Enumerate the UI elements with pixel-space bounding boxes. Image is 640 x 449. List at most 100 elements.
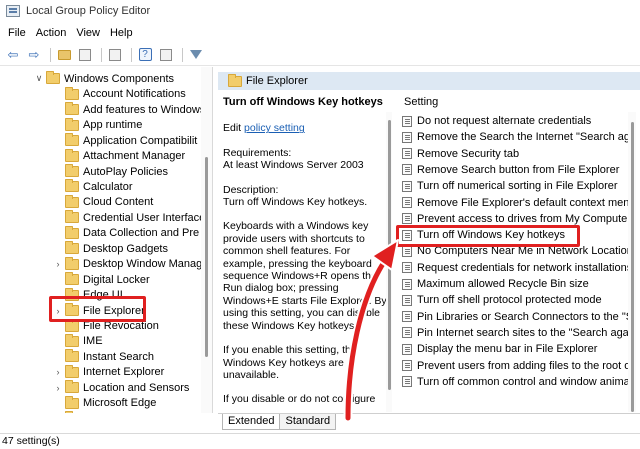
- toolbar: ⇦ ⇨ ?: [0, 44, 640, 66]
- setting-row[interactable]: Turn off common control and window anima…: [402, 374, 628, 390]
- policy-setting-icon: [402, 311, 412, 323]
- settings-list[interactable]: Setting Do not request alternate credent…: [398, 90, 628, 412]
- tree-item[interactable]: Add features to Windows: [53, 102, 205, 118]
- description-scrollbar-thumb[interactable]: [388, 120, 391, 390]
- policy-setting-icon: [402, 360, 412, 371]
- setting-row[interactable]: Pin Internet search sites to the "Search…: [402, 325, 628, 341]
- setting-row[interactable]: Turn off numerical sorting in File Explo…: [402, 178, 618, 194]
- tree-item[interactable]: Microsoft Edge: [53, 395, 156, 412]
- folder-icon: [65, 225, 79, 239]
- setting-row[interactable]: Remove Search button from File Explorer: [402, 162, 619, 178]
- setting-label: Turn off numerical sorting in File Explo…: [417, 180, 618, 193]
- tree-scrollbar[interactable]: [201, 67, 212, 413]
- tree-item[interactable]: Desktop Gadgets: [53, 241, 168, 257]
- setting-row[interactable]: Request credentials for network installa…: [402, 260, 628, 276]
- chevron-right-icon[interactable]: ›: [53, 367, 63, 377]
- setting-row[interactable]: Maximum allowed Recycle Bin size: [402, 276, 589, 292]
- help-icon[interactable]: ?: [136, 46, 154, 64]
- settings-scrollbar-thumb[interactable]: [631, 122, 634, 412]
- tab-standard[interactable]: Standard: [279, 414, 337, 430]
- folder-icon: [65, 210, 79, 224]
- chevron-right-icon[interactable]: ›: [53, 259, 63, 269]
- menu-bar: File Action View Help: [0, 22, 640, 44]
- tree-label: Internet Explorer: [83, 366, 165, 379]
- tree-label: Data Collection and Pre: [83, 227, 200, 240]
- setting-label: Maximum allowed Recycle Bin size: [417, 278, 589, 290]
- setting-row[interactable]: Remove the Search the Internet "Search a…: [402, 129, 628, 145]
- tree-item-windows-components[interactable]: ∨ Windows Components: [34, 71, 174, 87]
- folder-icon: [65, 256, 79, 270]
- menu-action[interactable]: Action: [34, 27, 75, 39]
- policy-setting-icon: [402, 327, 412, 339]
- settings-scrollbar[interactable]: [628, 112, 636, 412]
- window-title: Local Group Policy Editor: [26, 5, 151, 17]
- tree-label: App runtime: [83, 119, 143, 132]
- back-arrow-icon[interactable]: ⇦: [4, 46, 22, 64]
- menu-view[interactable]: View: [74, 27, 108, 39]
- chevron-down-icon[interactable]: ∨: [34, 73, 44, 84]
- tree-item[interactable]: Data Collection and Pre: [53, 225, 200, 242]
- export-list-icon[interactable]: [106, 46, 124, 64]
- policy-tree[interactable]: ∨ Windows Components Account Notificatio…: [0, 67, 213, 413]
- setting-row[interactable]: Remove File Explorer's default context m…: [402, 195, 628, 211]
- toolbar-separator: [131, 47, 132, 62]
- policy-setting-icon: [402, 245, 412, 257]
- menu-file[interactable]: File: [6, 27, 34, 39]
- tree-item[interactable]: Microsoft Store: [53, 411, 157, 413]
- tree-item[interactable]: Attachment Manager: [53, 148, 185, 164]
- setting-row[interactable]: Prevent users from adding files to the r…: [402, 358, 628, 374]
- tree-item[interactable]: AutoPlay Policies: [53, 164, 168, 180]
- tree-item[interactable]: Account Notifications: [53, 86, 186, 103]
- tree-scrollbar-thumb[interactable]: [205, 157, 208, 357]
- menu-help[interactable]: Help: [108, 27, 141, 39]
- tree-label: Digital Locker: [83, 273, 150, 286]
- tree-label: Credential User Interface: [83, 211, 206, 224]
- forward-arrow-icon[interactable]: ⇨: [25, 46, 43, 64]
- edit-policy-link[interactable]: policy setting: [244, 122, 305, 134]
- tree-item[interactable]: Digital Locker: [53, 272, 150, 288]
- setting-row[interactable]: Remove Security tab: [402, 146, 519, 162]
- tree-item[interactable]: IME: [53, 333, 103, 350]
- properties-icon[interactable]: [157, 46, 175, 64]
- folder-icon: [65, 102, 79, 116]
- setting-label: Remove File Explorer's default context m…: [417, 196, 628, 209]
- show-hide-tree-icon[interactable]: [76, 46, 94, 64]
- view-tabs: Extended Standard: [218, 413, 640, 431]
- tree-item[interactable]: › Internet Explorer: [53, 364, 165, 381]
- tree-item[interactable]: App runtime: [53, 117, 142, 133]
- tree-item[interactable]: Calculator: [53, 179, 133, 195]
- setting-label: Turn off common control and window anima…: [417, 375, 628, 388]
- status-bar: 47 setting(s): [0, 433, 640, 449]
- folder-icon: [65, 148, 79, 162]
- tree-label: Windows Components: [64, 72, 175, 85]
- body-text: Keyboards with a Windows key provide use…: [223, 220, 387, 332]
- tree-item[interactable]: Cloud Content: [53, 194, 153, 211]
- setting-highlight: [396, 225, 580, 247]
- tree-item[interactable]: › Desktop Window Manag: [53, 256, 202, 272]
- app-icon: [6, 5, 20, 17]
- up-folder-icon[interactable]: [55, 46, 73, 64]
- folder-icon: [65, 364, 79, 378]
- tree-item[interactable]: › Location and Sensors: [53, 380, 189, 396]
- setting-row[interactable]: Turn off shell protocol protected mode: [402, 292, 602, 308]
- description-scrollbar[interactable]: [386, 112, 392, 412]
- settings-column-header[interactable]: Setting: [404, 96, 438, 108]
- chevron-right-icon[interactable]: ›: [53, 383, 63, 393]
- policy-setting-icon: [402, 294, 412, 306]
- setting-label: Do not request alternate credentials: [417, 115, 592, 127]
- pane-title: File Explorer: [246, 75, 308, 87]
- filter-icon[interactable]: [187, 46, 205, 64]
- tab-extended[interactable]: Extended: [222, 414, 281, 430]
- tree-item[interactable]: Instant Search: [53, 349, 154, 365]
- tree-item[interactable]: Application Compatibilit: [53, 133, 197, 149]
- tree-label: Instant Search: [83, 350, 154, 363]
- setting-row[interactable]: Pin Libraries or Search Connectors to th…: [402, 309, 628, 325]
- policy-setting-icon: [402, 131, 412, 143]
- setting-row[interactable]: Do not request alternate credentials: [402, 113, 591, 129]
- toolbar-separator: [50, 47, 51, 62]
- folder-icon: [65, 333, 79, 347]
- setting-label: Remove Security tab: [417, 147, 520, 160]
- tree-item[interactable]: Credential User Interface: [53, 210, 205, 226]
- policy-setting-icon: [402, 148, 412, 160]
- setting-row[interactable]: Display the menu bar in File Explorer: [402, 341, 597, 357]
